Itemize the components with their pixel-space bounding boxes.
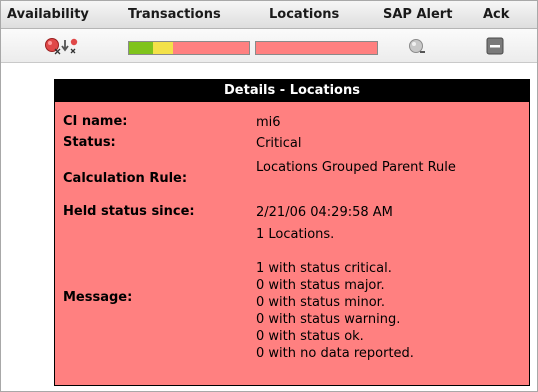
message-line: 1 with status critical.: [256, 261, 392, 276]
message-line: 0 with status ok.: [256, 329, 364, 344]
held-status-value: 2/21/06 04:29:58 AM: [256, 205, 393, 220]
locations-status-bar[interactable]: [255, 41, 378, 55]
message-line: 0 with status minor.: [256, 295, 385, 310]
transactions-green-segment: [129, 42, 153, 54]
status-label: Status:: [63, 135, 116, 150]
message-line: [256, 243, 516, 260]
message-label: Message:: [63, 290, 133, 305]
dashboard-frame: Availability Transactions Locations SAP …: [0, 0, 538, 392]
message-line: 1 Locations.: [256, 227, 335, 242]
calculation-rule-label: Calculation Rule:: [63, 171, 188, 186]
message-line: 0 with status warning.: [256, 312, 401, 327]
status-value: Critical: [256, 136, 302, 151]
locations-red-segment: [256, 42, 377, 54]
column-sap-alert[interactable]: SAP Alert: [383, 7, 452, 22]
ci-name-label: CI name:: [63, 114, 128, 129]
transactions-red-segment: [173, 42, 249, 54]
column-locations[interactable]: Locations: [269, 7, 339, 22]
availability-status-icon[interactable]: [44, 37, 80, 55]
message-line: 0 with no data reported.: [256, 346, 414, 361]
column-transactions[interactable]: Transactions: [128, 7, 221, 22]
ci-name-value: mi6: [256, 115, 281, 130]
calculation-rule-value: Locations Grouped Parent Rule: [256, 160, 456, 175]
acknowledge-icon[interactable]: [486, 37, 504, 55]
column-ack[interactable]: Ack: [483, 7, 509, 22]
transactions-yellow-segment: [153, 42, 174, 54]
message-value: 1 Locations. 1 with status critical. 0 wit…: [256, 226, 516, 362]
details-panel: Details - Locations CI name: mi6 Status:…: [54, 79, 530, 386]
sap-alert-icon[interactable]: [408, 38, 426, 56]
column-header-row: Availability Transactions Locations SAP …: [1, 1, 537, 29]
message-line: 0 with status major.: [256, 278, 385, 293]
column-availability[interactable]: Availability: [7, 7, 89, 22]
transactions-status-bar[interactable]: [128, 41, 250, 55]
details-panel-title: Details - Locations: [55, 80, 529, 102]
held-status-label: Held status since:: [63, 204, 195, 219]
